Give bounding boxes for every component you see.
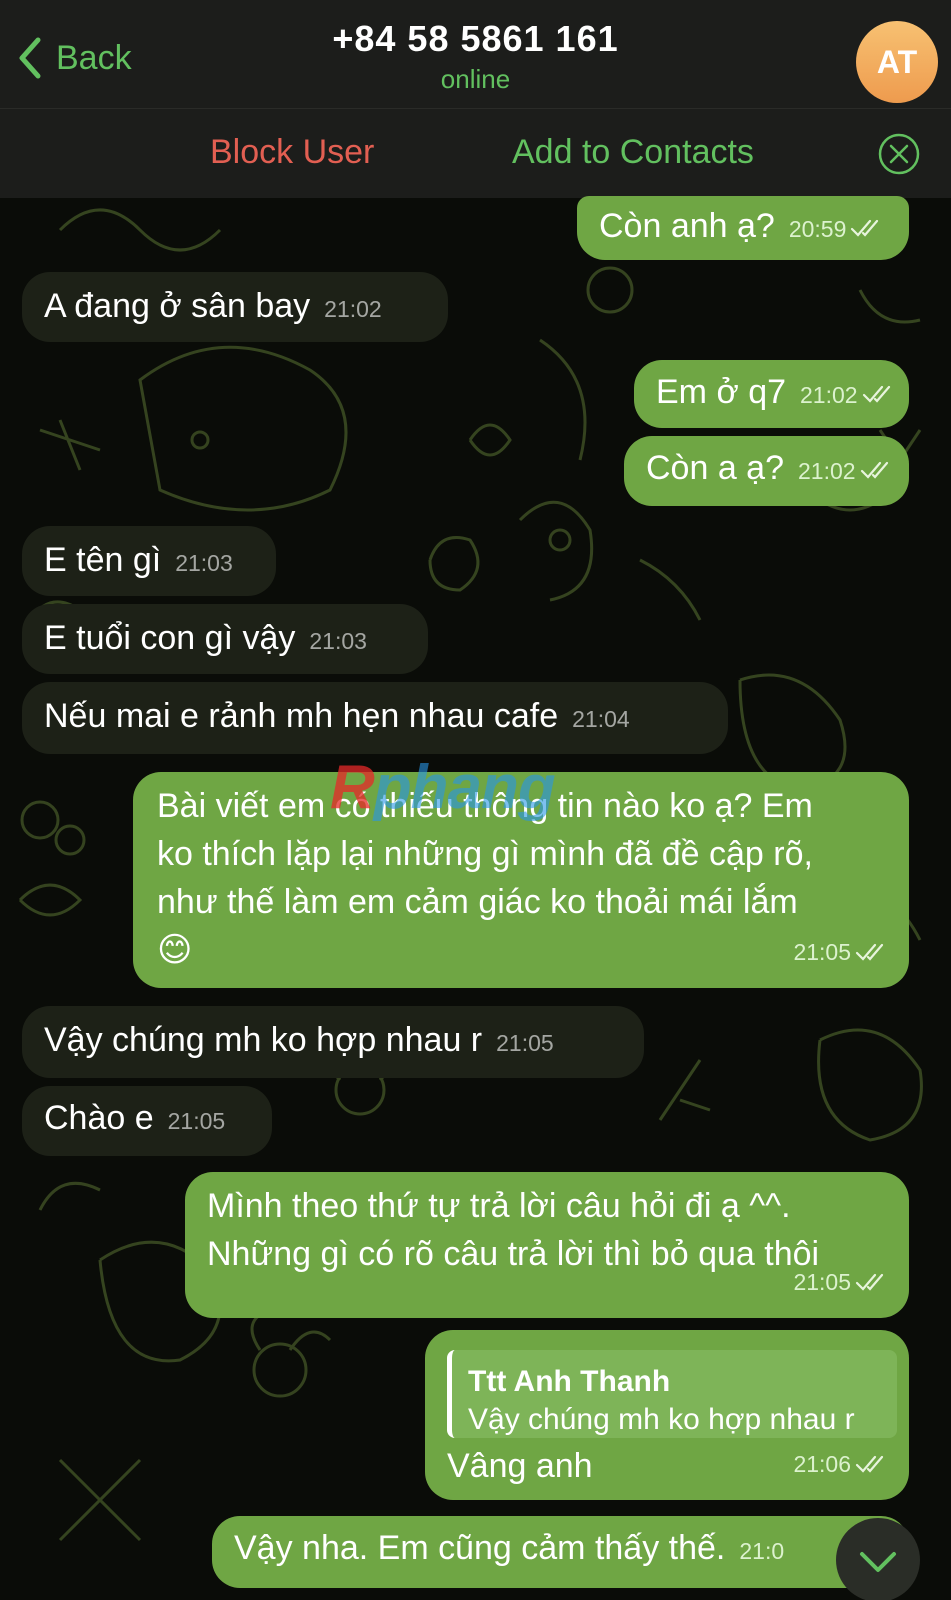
contact-status: online	[440, 64, 511, 94]
chat-header: Back +84 58 5861 161 online AT	[0, 0, 951, 108]
contact-name: +84 58 5861 161	[332, 18, 619, 59]
message-text: A đang ở sân bay	[44, 287, 311, 325]
double-check-icon	[850, 219, 884, 237]
message-bubble[interactable]: Em ở q7 21:02	[634, 360, 909, 428]
message-bubble[interactable]: Vậy nha. Em cũng cảm thấy thế. 21:0	[212, 1516, 909, 1588]
message-text: Nếu mai e rảnh mh hẹn nhau cafe	[44, 697, 559, 735]
message-bubble[interactable]: E tên gì 21:03	[22, 526, 276, 596]
message-time: 21:02	[800, 382, 858, 408]
message-time: 21:04	[572, 706, 630, 732]
circle-x-icon[interactable]	[878, 133, 920, 175]
message-text: Chào e	[44, 1099, 154, 1137]
double-check-icon	[855, 1455, 889, 1473]
message-time: 21:03	[309, 628, 367, 654]
message-bubble[interactable]: Vậy chúng mh ko hợp nhau r 21:05	[22, 1006, 644, 1078]
message-time: 21:02	[798, 458, 856, 484]
message-time: 21:02	[324, 296, 382, 322]
message-bubble[interactable]: Nếu mai e rảnh mh hẹn nhau cafe 21:04	[22, 682, 728, 754]
message-text: Em ở q7	[656, 373, 787, 411]
message-time: 21:05	[496, 1030, 554, 1056]
message-time: 21:06	[793, 1451, 851, 1477]
message-time: 21:05	[793, 1269, 851, 1295]
reply-preview[interactable]: Ttt Anh Thanh Vậy chúng mh ko hợp nhau r	[447, 1350, 897, 1438]
message-bubble[interactable]: Còn a ạ? 21:02	[624, 436, 909, 506]
message-bubble[interactable]: A đang ở sân bay 21:02	[22, 272, 448, 342]
smile-emoji: 😊	[157, 931, 193, 969]
double-check-icon	[860, 461, 894, 479]
contact-title[interactable]: +84 58 5861 161 online	[0, 18, 951, 95]
double-check-icon	[855, 1273, 889, 1291]
reply-text: Vậy chúng mh ko hợp nhau r	[468, 1403, 855, 1436]
block-user-button[interactable]: Block User	[210, 133, 374, 172]
message-bubble[interactable]: Ttt Anh Thanh Vậy chúng mh ko hợp nhau r…	[425, 1330, 909, 1500]
double-check-icon	[862, 385, 896, 403]
add-to-contacts-button[interactable]: Add to Contacts	[512, 133, 754, 172]
message-bubble[interactable]: E tuổi con gì vậy 21:03	[22, 604, 428, 674]
message-time: 21:0	[739, 1538, 785, 1564]
message-line: Mình theo thứ tự trả lời câu hỏi đi ạ ^^…	[207, 1187, 791, 1225]
message-text: E tuổi con gì vậy	[44, 619, 296, 657]
message-time: 21:05	[167, 1108, 226, 1134]
message-time: 20:59	[788, 216, 847, 242]
avatar[interactable]: AT	[856, 21, 938, 103]
message-time: 21:03	[175, 550, 233, 576]
message-text: Còn a ạ?	[646, 449, 784, 487]
message-text: Vậy chúng mh ko hợp nhau r	[44, 1021, 483, 1059]
message-text: Còn anh ạ?	[599, 207, 775, 245]
message-bubble[interactable]: Còn anh ạ? 20:59	[577, 196, 909, 260]
message-text: Vậy nha. Em cũng cảm thấy thế.	[234, 1529, 726, 1567]
message-time: 21:05	[793, 939, 851, 965]
action-bar: Block User Add to Contacts	[0, 108, 951, 198]
double-check-icon	[855, 943, 889, 961]
message-line: Những gì có rõ câu trả lời thì bỏ qua th…	[207, 1235, 820, 1273]
message-bubble[interactable]: Chào e 21:05	[22, 1086, 272, 1156]
message-bubble[interactable]: Mình theo thứ tự trả lời câu hỏi đi ạ ^^…	[185, 1172, 909, 1318]
message-line: như thế làm em cảm giác ko thoải mái lắm	[157, 883, 798, 921]
watermark: Rphang	[330, 753, 556, 822]
chevron-down-icon	[860, 1552, 896, 1572]
message-text: E tên gì	[44, 541, 162, 579]
scroll-down-button[interactable]	[836, 1518, 920, 1600]
message-line: ko thích lặp lại những gì mình đã đề cập…	[157, 835, 813, 873]
message-text: Vâng anh	[447, 1447, 593, 1485]
